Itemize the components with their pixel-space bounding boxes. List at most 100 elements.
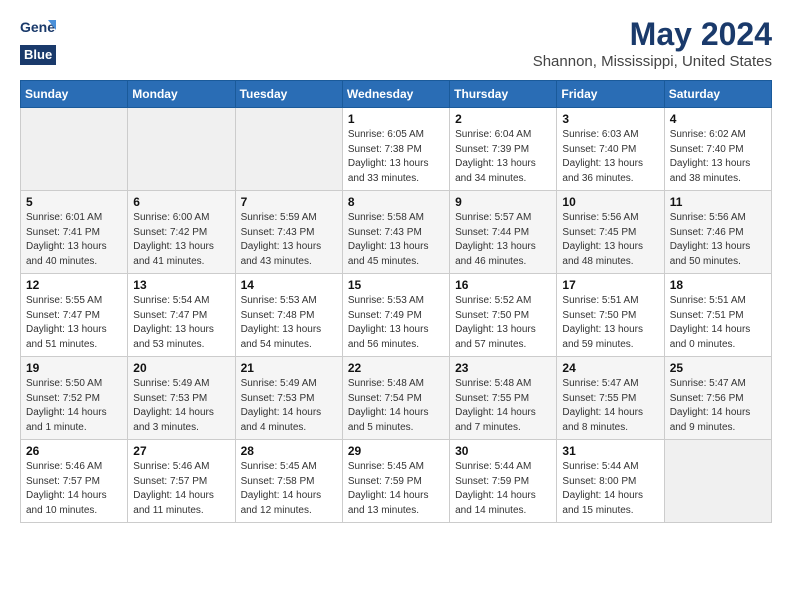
day-number: 22: [348, 361, 444, 375]
calendar-cell: 21Sunrise: 5:49 AM Sunset: 7:53 PM Dayli…: [235, 357, 342, 440]
day-detail: Sunrise: 5:48 AM Sunset: 7:55 PM Dayligh…: [455, 377, 551, 435]
day-number: 16: [455, 278, 551, 292]
calendar-cell: 26 Sunrise: 5:46 AM Sunset: 7:57 PM Dayli…: [21, 440, 128, 523]
weekday-header-saturday: Saturday: [664, 81, 771, 108]
day-number: 5: [26, 195, 122, 209]
day-detail: Sunrise: 5:52 AM Sunset: 7:50 PM Dayligh…: [455, 294, 551, 352]
day-detail: Sunrise: 5:50 AM Sunset: 7:52 PM Dayligh…: [26, 377, 122, 435]
day-number: 29: [348, 444, 444, 458]
calendar-cell: 10 Sunrise: 5:56 AM Sunset: 7:45 PM Dayli…: [557, 191, 664, 274]
calendar-cell: 15 Sunrise: 5:53 AM Sunset: 7:49 PM Dayli…: [342, 274, 449, 357]
calendar-table: SundayMondayTuesdayWednesdayThursdayFrid…: [20, 80, 772, 523]
day-detail: Sunrise: 5:45 AM Sunset: 7:59 PM Dayligh…: [348, 460, 444, 518]
weekday-header-friday: Friday: [557, 81, 664, 108]
week-row-2: 5 Sunrise: 6:01 AM Sunset: 7:41 PM Daylig…: [21, 191, 772, 274]
calendar-cell: 3 Sunrise: 6:03 AM Sunset: 7:40 PM Daylig…: [557, 108, 664, 191]
location-title: Shannon, Mississippi, United States: [533, 53, 772, 70]
day-number: 11: [670, 195, 766, 209]
day-detail: Sunrise: 5:44 AM Sunset: 8:00 PM Dayligh…: [562, 460, 658, 518]
calendar-cell: 11 Sunrise: 5:56 AM Sunset: 7:46 PM Dayli…: [664, 191, 771, 274]
day-number: 27: [133, 444, 229, 458]
calendar-cell: 23Sunrise: 5:48 AM Sunset: 7:55 PM Dayli…: [450, 357, 557, 440]
day-number: 9: [455, 195, 551, 209]
day-number: 20: [133, 361, 229, 375]
calendar-cell: [235, 108, 342, 191]
calendar-cell: 20 Sunrise: 5:49 AM Sunset: 7:53 PM Dayli…: [128, 357, 235, 440]
day-detail: Sunrise: 5:58 AM Sunset: 7:43 PM Dayligh…: [348, 211, 444, 269]
weekday-header-monday: Monday: [128, 81, 235, 108]
day-detail: Sunrise: 5:54 AM Sunset: 7:47 PM Dayligh…: [133, 294, 229, 352]
day-number: 15: [348, 278, 444, 292]
logo: General Blue: [20, 16, 56, 65]
day-detail: Sunrise: 5:59 AM Sunset: 7:43 PM Dayligh…: [241, 211, 337, 269]
day-number: 6: [133, 195, 229, 209]
day-number: 10: [562, 195, 658, 209]
day-detail: Sunrise: 6:03 AM Sunset: 7:40 PM Dayligh…: [562, 128, 658, 186]
day-number: 8: [348, 195, 444, 209]
calendar-cell: 29 Sunrise: 5:45 AM Sunset: 7:59 PM Dayli…: [342, 440, 449, 523]
day-number: 13: [133, 278, 229, 292]
week-row-5: 26 Sunrise: 5:46 AM Sunset: 7:57 PM Dayli…: [21, 440, 772, 523]
day-detail: Sunrise: 5:55 AM Sunset: 7:47 PM Dayligh…: [26, 294, 122, 352]
day-detail: Sunrise: 5:51 AM Sunset: 7:50 PM Dayligh…: [562, 294, 658, 352]
calendar-cell: 4 Sunrise: 6:02 AM Sunset: 7:40 PM Daylig…: [664, 108, 771, 191]
day-number: 31: [562, 444, 658, 458]
calendar-cell: 24 Sunrise: 5:47 AM Sunset: 7:55 PM Dayli…: [557, 357, 664, 440]
day-detail: Sunrise: 5:57 AM Sunset: 7:44 PM Dayligh…: [455, 211, 551, 269]
day-number: 21: [241, 361, 337, 375]
day-number: 17: [562, 278, 658, 292]
title-block: May 2024 Shannon, Mississippi, United St…: [533, 16, 772, 70]
weekday-header-thursday: Thursday: [450, 81, 557, 108]
day-detail: Sunrise: 5:44 AM Sunset: 7:59 PM Dayligh…: [455, 460, 551, 518]
day-detail: Sunrise: 5:56 AM Sunset: 7:45 PM Dayligh…: [562, 211, 658, 269]
day-detail: Sunrise: 6:04 AM Sunset: 7:39 PM Dayligh…: [455, 128, 551, 186]
day-number: 26: [26, 444, 122, 458]
day-detail: Sunrise: 5:56 AM Sunset: 7:46 PM Dayligh…: [670, 211, 766, 269]
day-number: 12: [26, 278, 122, 292]
day-detail: Sunrise: 5:53 AM Sunset: 7:49 PM Dayligh…: [348, 294, 444, 352]
calendar-cell: 8 Sunrise: 5:58 AM Sunset: 7:43 PM Daylig…: [342, 191, 449, 274]
calendar-cell: [664, 440, 771, 523]
calendar-cell: 28Sunrise: 5:45 AM Sunset: 7:58 PM Dayli…: [235, 440, 342, 523]
day-number: 19: [26, 361, 122, 375]
calendar-cell: 13 Sunrise: 5:54 AM Sunset: 7:47 PM Dayli…: [128, 274, 235, 357]
day-number: 7: [241, 195, 337, 209]
day-detail: Sunrise: 6:00 AM Sunset: 7:42 PM Dayligh…: [133, 211, 229, 269]
day-detail: Sunrise: 6:05 AM Sunset: 7:38 PM Dayligh…: [348, 128, 444, 186]
calendar-cell: 12 Sunrise: 5:55 AM Sunset: 7:47 PM Dayli…: [21, 274, 128, 357]
day-detail: Sunrise: 5:47 AM Sunset: 7:55 PM Dayligh…: [562, 377, 658, 435]
calendar-cell: 22Sunrise: 5:48 AM Sunset: 7:54 PM Dayli…: [342, 357, 449, 440]
day-number: 24: [562, 361, 658, 375]
calendar-cell: 30 Sunrise: 5:44 AM Sunset: 7:59 PM Dayli…: [450, 440, 557, 523]
day-detail: Sunrise: 5:51 AM Sunset: 7:51 PM Dayligh…: [670, 294, 766, 352]
day-number: 2: [455, 112, 551, 126]
day-detail: Sunrise: 6:02 AM Sunset: 7:40 PM Dayligh…: [670, 128, 766, 186]
calendar-cell: 16 Sunrise: 5:52 AM Sunset: 7:50 PM Dayli…: [450, 274, 557, 357]
day-detail: Sunrise: 5:49 AM Sunset: 7:53 PM Dayligh…: [133, 377, 229, 435]
day-number: 18: [670, 278, 766, 292]
day-number: 1: [348, 112, 444, 126]
day-number: 4: [670, 112, 766, 126]
week-row-4: 19 Sunrise: 5:50 AM Sunset: 7:52 PM Dayli…: [21, 357, 772, 440]
day-number: 14: [241, 278, 337, 292]
day-detail: Sunrise: 6:01 AM Sunset: 7:41 PM Dayligh…: [26, 211, 122, 269]
day-number: 30: [455, 444, 551, 458]
calendar-cell: [21, 108, 128, 191]
day-detail: Sunrise: 5:47 AM Sunset: 7:56 PM Dayligh…: [670, 377, 766, 435]
day-number: 25: [670, 361, 766, 375]
month-title: May 2024: [533, 16, 772, 53]
logo-blue-text: Blue: [24, 47, 52, 62]
day-detail: Sunrise: 5:46 AM Sunset: 7:57 PM Dayligh…: [26, 460, 122, 518]
weekday-header-wednesday: Wednesday: [342, 81, 449, 108]
calendar-cell: [128, 108, 235, 191]
week-row-3: 12 Sunrise: 5:55 AM Sunset: 7:47 PM Dayli…: [21, 274, 772, 357]
calendar-cell: 14Sunrise: 5:53 AM Sunset: 7:48 PM Dayli…: [235, 274, 342, 357]
calendar-cell: 1 Sunrise: 6:05 AM Sunset: 7:38 PM Daylig…: [342, 108, 449, 191]
weekday-header-tuesday: Tuesday: [235, 81, 342, 108]
calendar-cell: 31 Sunrise: 5:44 AM Sunset: 8:00 PM Dayli…: [557, 440, 664, 523]
day-number: 3: [562, 112, 658, 126]
weekday-header-sunday: Sunday: [21, 81, 128, 108]
calendar-cell: 25 Sunrise: 5:47 AM Sunset: 7:56 PM Dayli…: [664, 357, 771, 440]
calendar-cell: 27Sunrise: 5:46 AM Sunset: 7:57 PM Dayli…: [128, 440, 235, 523]
calendar-cell: 17 Sunrise: 5:51 AM Sunset: 7:50 PM Dayli…: [557, 274, 664, 357]
